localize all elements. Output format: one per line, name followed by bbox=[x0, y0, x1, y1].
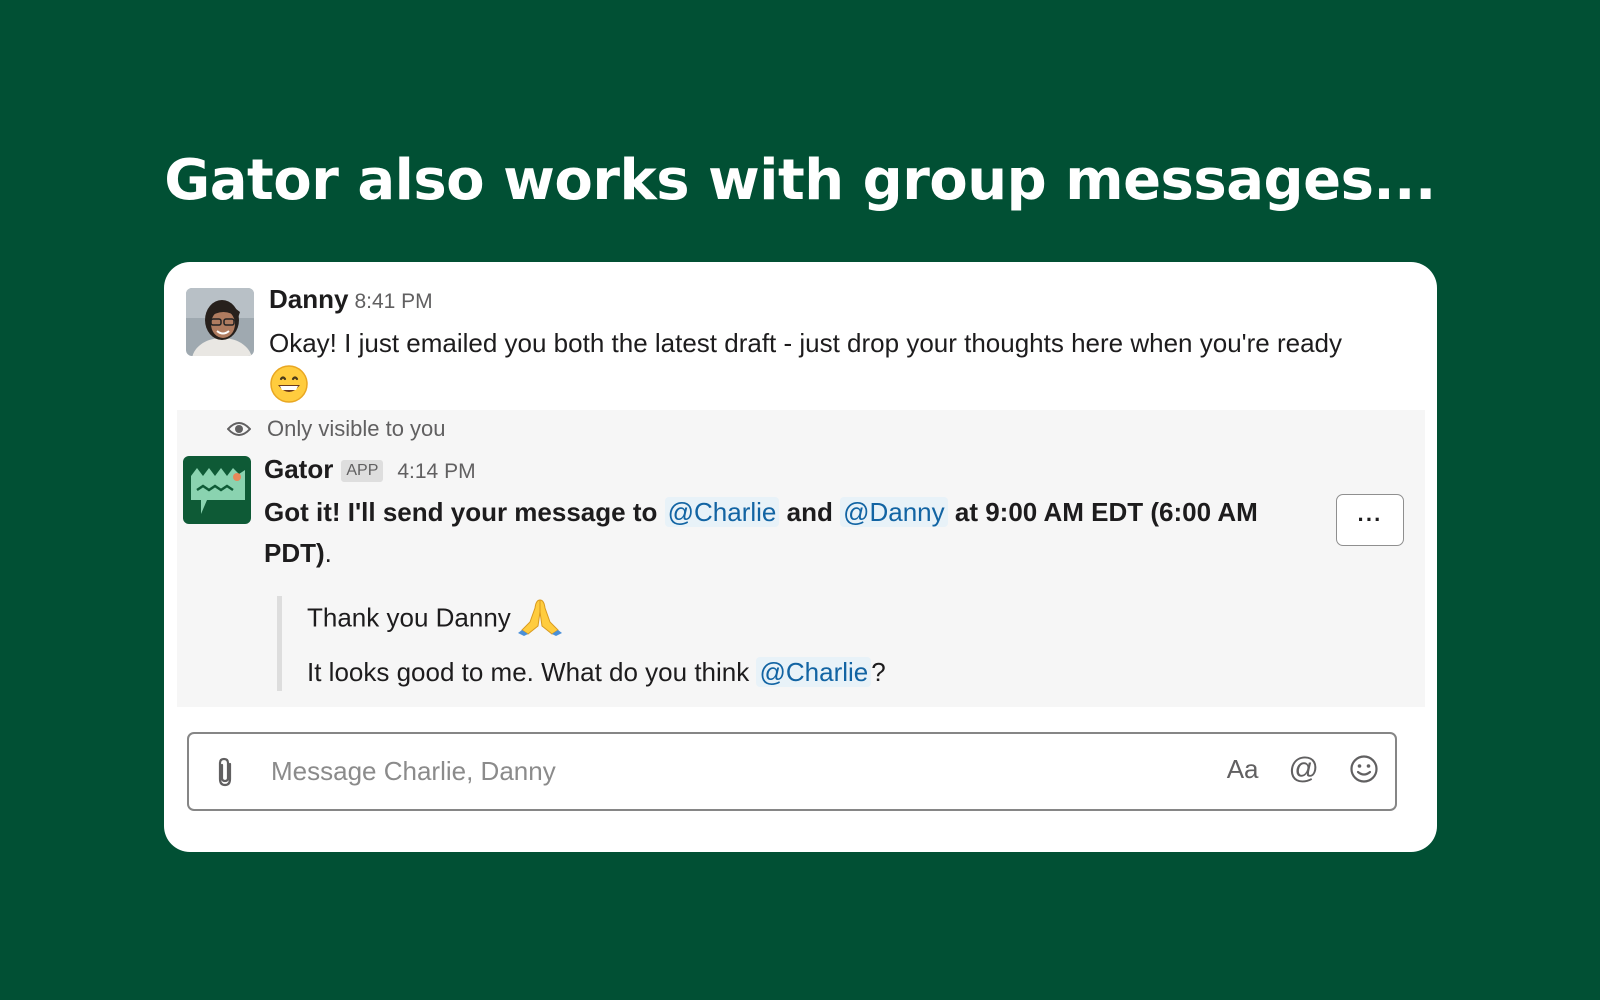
folded-hands-icon bbox=[518, 596, 563, 643]
message-text-end: . bbox=[324, 538, 332, 568]
visibility-note: Only visible to you bbox=[227, 416, 446, 442]
quoted-message: Thank you Danny It looks good to me. Wha… bbox=[277, 596, 886, 691]
person-avatar-image bbox=[186, 288, 254, 356]
message-danny: Danny 8:41 PM Okay! I just emailed you bo… bbox=[164, 262, 1437, 410]
mention-charlie[interactable]: @Charlie bbox=[664, 497, 780, 527]
quote-text-end: ? bbox=[871, 657, 886, 687]
message-text-part: and bbox=[786, 497, 833, 527]
mention-charlie[interactable]: @Charlie bbox=[756, 657, 872, 687]
paperclip-icon[interactable] bbox=[213, 756, 239, 793]
gator-logo-icon bbox=[183, 456, 251, 524]
message-composer: Aa @ bbox=[187, 732, 1397, 811]
message-body: Got it! I'll send your message to @Charl… bbox=[264, 492, 1284, 574]
quote-text: It looks good to me. What do you think bbox=[307, 657, 750, 687]
eye-icon bbox=[227, 420, 251, 438]
message-timestamp[interactable]: 8:41 PM bbox=[354, 290, 432, 313]
text-format-button[interactable]: Aa bbox=[1227, 754, 1259, 785]
chat-card: Danny 8:41 PM Okay! I just emailed you bo… bbox=[164, 262, 1437, 852]
app-badge: APP bbox=[341, 460, 384, 482]
mention-button[interactable]: @ bbox=[1289, 752, 1319, 786]
message-text-part: Got it! I'll send your message to bbox=[264, 497, 658, 527]
message-timestamp[interactable]: 4:14 PM bbox=[397, 460, 475, 483]
visibility-note-text: Only visible to you bbox=[267, 416, 446, 441]
mention-danny[interactable]: @Danny bbox=[840, 497, 948, 527]
message-gator: Only visible to you Gator APP 4:14 PM Got … bbox=[177, 410, 1425, 707]
message-text: Okay! I just emailed you both the latest… bbox=[269, 328, 1342, 358]
emoji-button[interactable] bbox=[1349, 754, 1379, 784]
message-header-danny: Danny 8:41 PM bbox=[269, 284, 433, 315]
page-headline: Gator also works with group messages... bbox=[164, 148, 1436, 213]
message-body: Okay! I just emailed you both the latest… bbox=[269, 323, 1369, 416]
smiley-icon bbox=[1350, 755, 1378, 783]
sender-name[interactable]: Gator bbox=[264, 454, 333, 484]
quote-line: It looks good to me. What do you think @… bbox=[307, 657, 886, 688]
sender-name[interactable]: Danny bbox=[269, 284, 348, 314]
avatar-danny[interactable] bbox=[186, 288, 254, 356]
message-input[interactable] bbox=[269, 750, 1173, 792]
more-icon: ··· bbox=[1357, 507, 1383, 532]
quote-line: Thank you Danny bbox=[307, 596, 886, 643]
more-actions-button[interactable]: ··· bbox=[1336, 494, 1404, 546]
quote-text: Thank you Danny bbox=[307, 602, 511, 633]
composer-tools: Aa @ bbox=[1227, 752, 1379, 786]
message-header-gator: Gator APP 4:14 PM bbox=[264, 454, 476, 485]
avatar-gator[interactable] bbox=[183, 456, 251, 524]
grinning-face-icon bbox=[269, 364, 309, 416]
